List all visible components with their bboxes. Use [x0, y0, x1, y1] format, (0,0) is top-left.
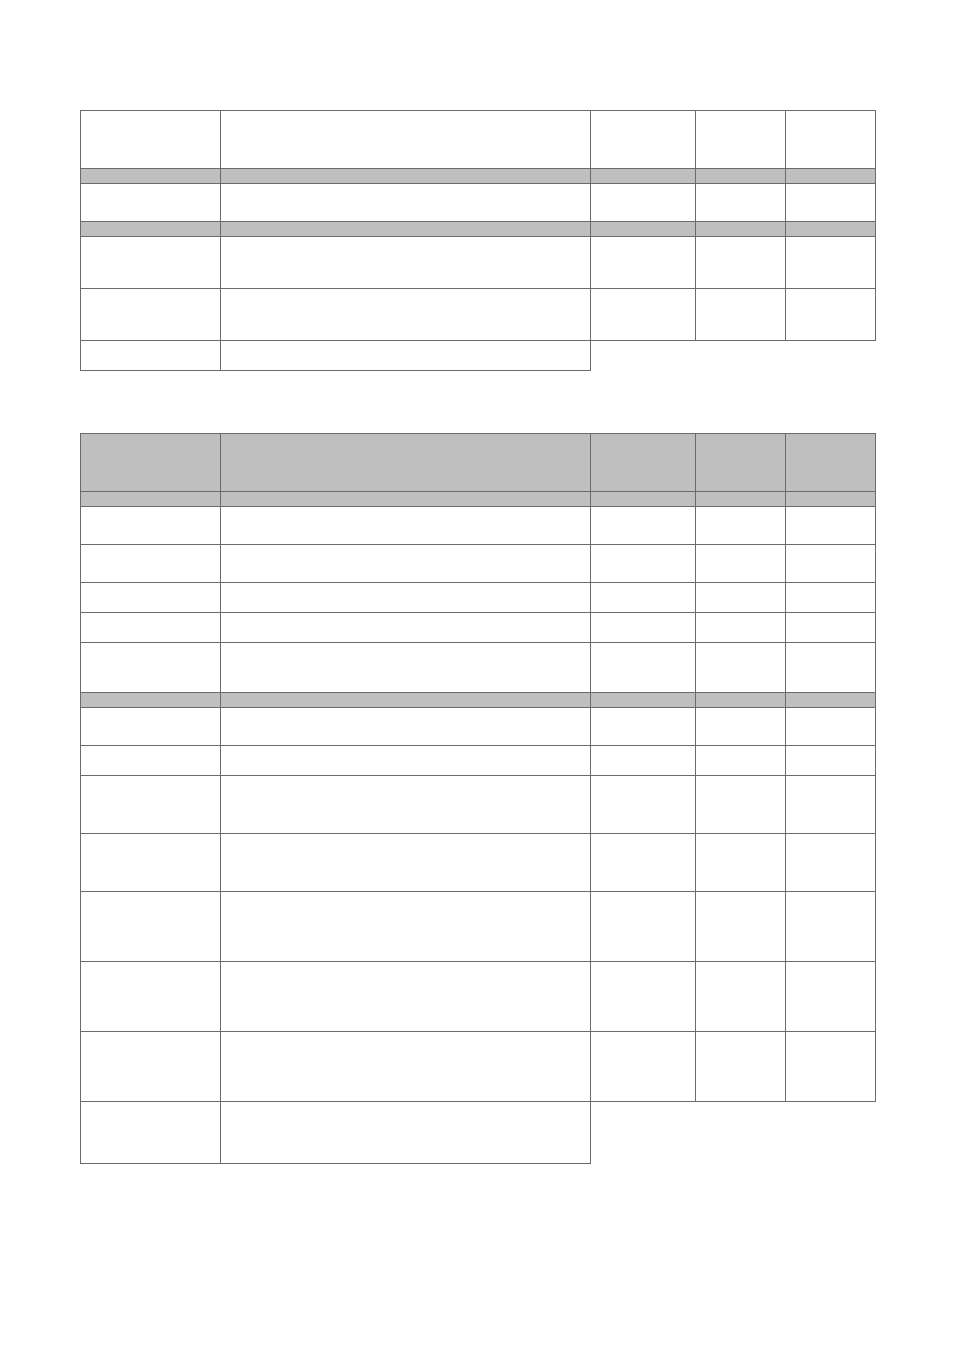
table-row: [81, 708, 876, 746]
table-row: [81, 545, 876, 583]
table-row: [81, 962, 876, 1032]
table-row: [81, 583, 876, 613]
table-row: [81, 1032, 876, 1102]
table-row: [81, 507, 876, 545]
table-gap: [80, 371, 875, 433]
table-2: [80, 433, 876, 1164]
table-row: [81, 237, 876, 289]
table-row: [81, 341, 876, 371]
table-row: [81, 222, 876, 237]
table-row: [81, 434, 876, 492]
table-row: [81, 289, 876, 341]
table-row: [81, 613, 876, 643]
document-page: [80, 110, 875, 1164]
table-row: [81, 111, 876, 169]
table-1: [80, 110, 876, 371]
table-row: [81, 693, 876, 708]
table-row: [81, 1102, 876, 1164]
table-row: [81, 492, 876, 507]
table-row: [81, 184, 876, 222]
table-row: [81, 776, 876, 834]
table-row: [81, 746, 876, 776]
table-row: [81, 892, 876, 962]
table-row: [81, 834, 876, 892]
table-row: [81, 169, 876, 184]
table-row: [81, 643, 876, 693]
